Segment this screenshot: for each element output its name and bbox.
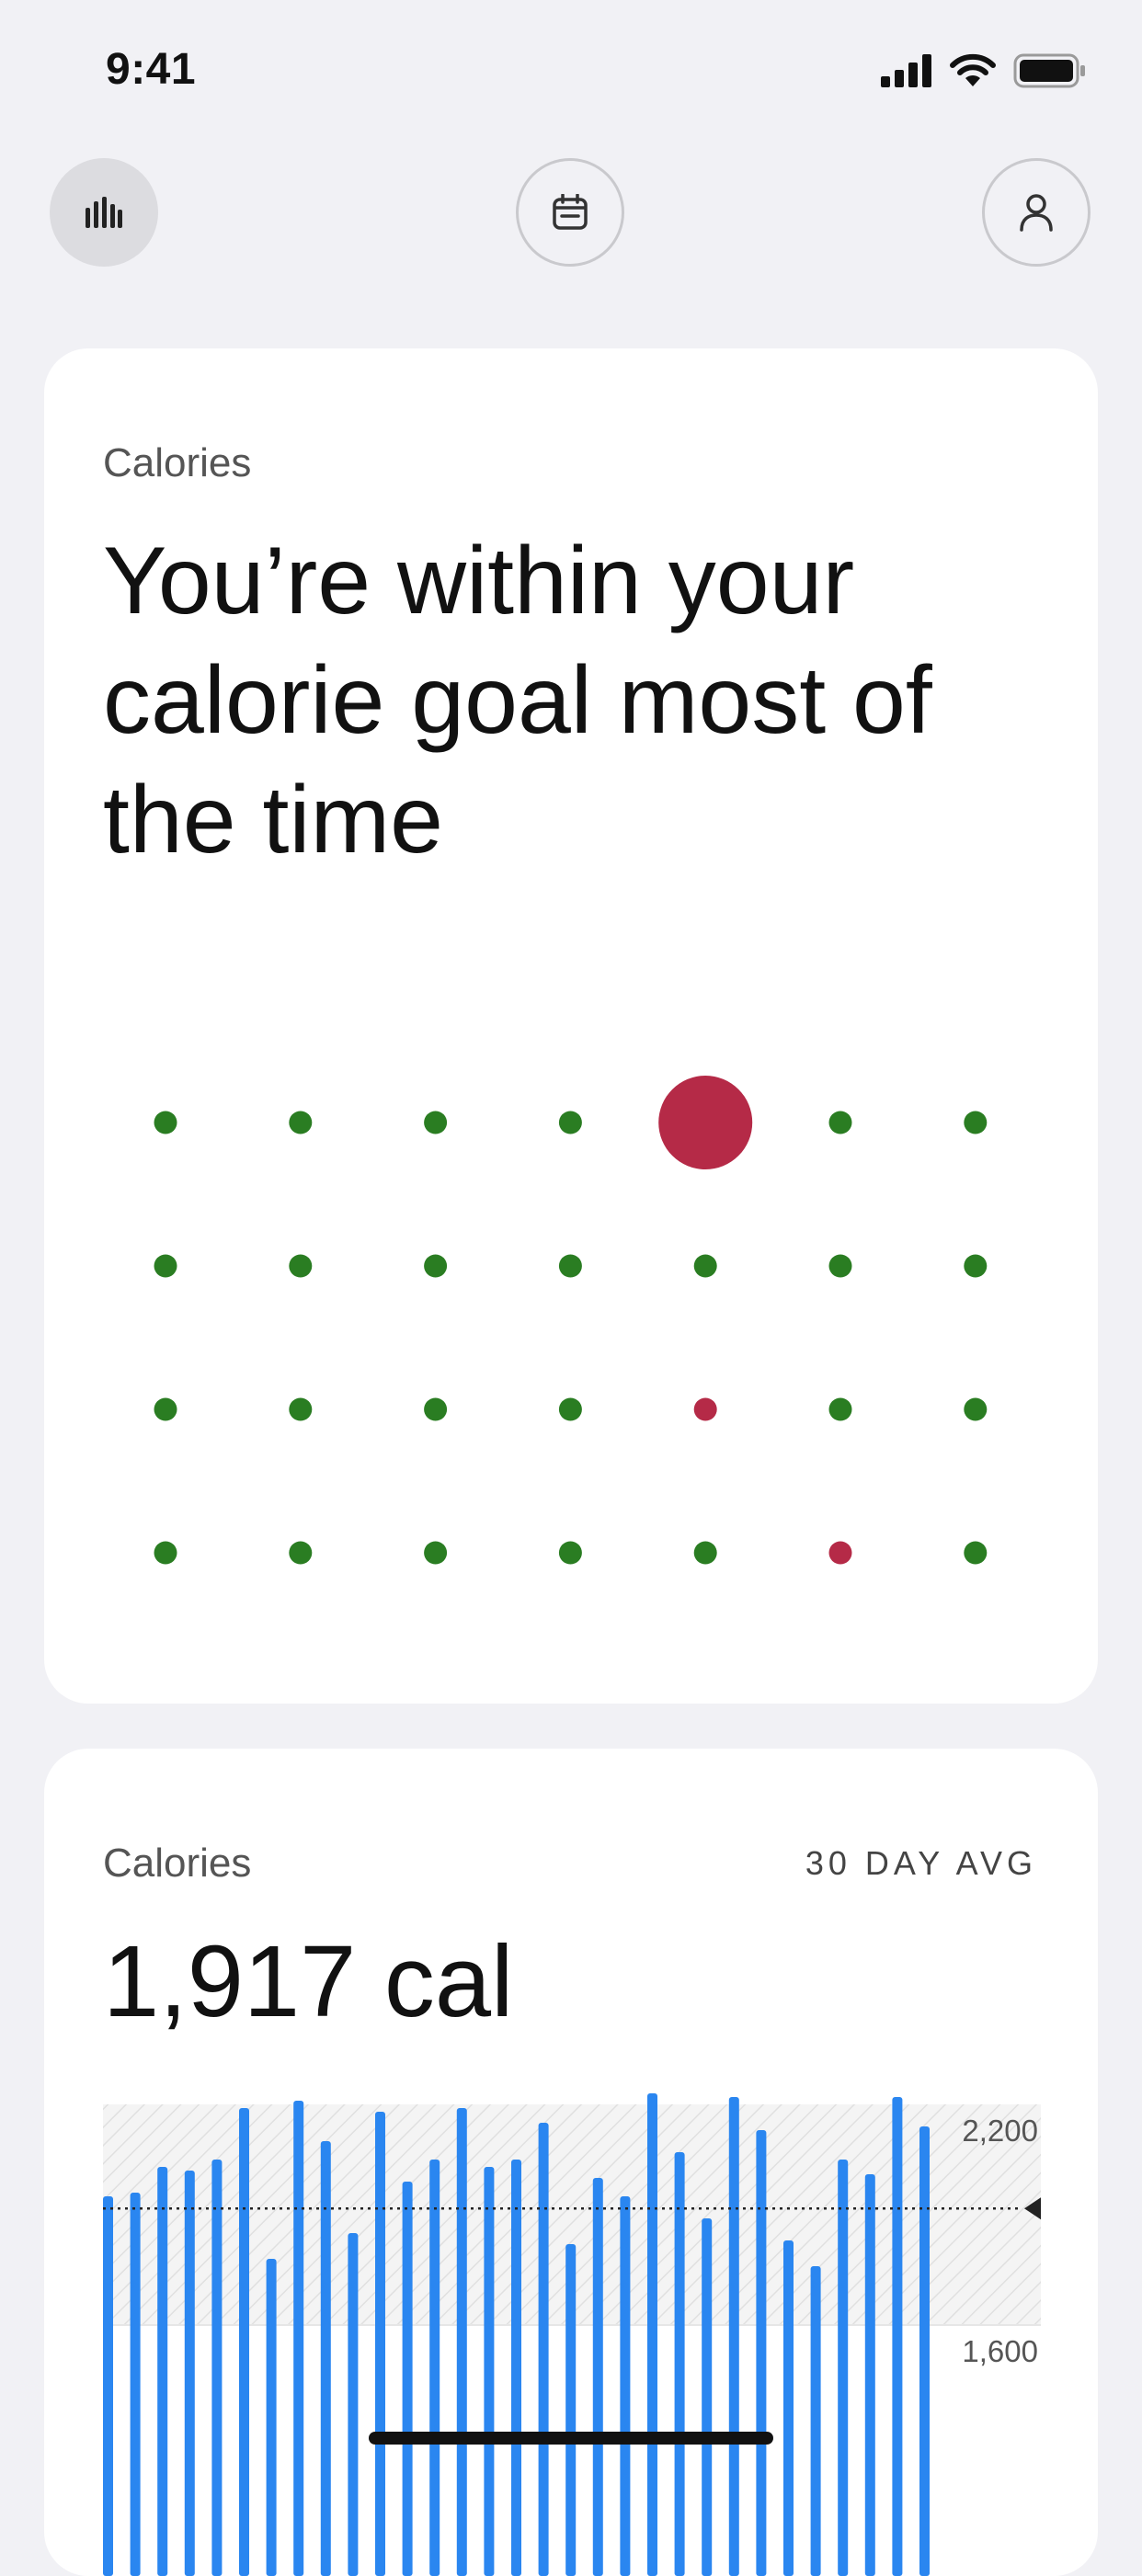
calorie-bar-chart: 2,200 1,600 [103, 2093, 1041, 2576]
bar-chart-icon [86, 197, 122, 228]
calorie-average-card[interactable]: Calories 30 DAY AVG 1,917 cal 2,200 1,600 [44, 1749, 1098, 2576]
day-dot[interactable] [289, 1254, 313, 1278]
day-dot[interactable] [828, 1397, 852, 1421]
y-tick-label: 1,600 [962, 2334, 1038, 2368]
bar[interactable] [674, 2152, 685, 2576]
insights-tab-button[interactable] [50, 158, 158, 267]
day-dot[interactable] [154, 1111, 177, 1134]
bar[interactable] [211, 2160, 223, 2576]
status-icons [881, 53, 1087, 88]
day-dot[interactable] [828, 1111, 852, 1134]
bar[interactable] [348, 2233, 359, 2576]
day-dot[interactable] [424, 1397, 448, 1421]
bar[interactable] [864, 2174, 875, 2576]
day-dot[interactable] [964, 1111, 988, 1134]
bar[interactable] [838, 2160, 849, 2576]
day-dot[interactable] [828, 1254, 852, 1278]
day-dot[interactable] [964, 1254, 988, 1278]
profile-tab-button[interactable] [982, 158, 1091, 267]
battery-icon [1013, 53, 1085, 88]
day-dot[interactable] [424, 1111, 448, 1134]
bar[interactable] [103, 2196, 113, 2576]
day-dot[interactable] [424, 1541, 448, 1565]
day-dot[interactable] [558, 1397, 582, 1421]
bar[interactable] [456, 2108, 467, 2576]
day-dot[interactable] [693, 1541, 717, 1565]
day-dot[interactable] [289, 1397, 313, 1421]
day-dot[interactable] [558, 1254, 582, 1278]
bar[interactable] [702, 2218, 713, 2576]
day-dot[interactable] [289, 1111, 313, 1134]
bar[interactable] [293, 2101, 304, 2576]
day-dot[interactable] [828, 1541, 852, 1565]
status-time: 9:41 [106, 45, 197, 94]
day-dot[interactable] [289, 1541, 313, 1565]
person-icon [1020, 194, 1053, 232]
bar[interactable] [647, 2093, 657, 2576]
bar[interactable] [620, 2196, 631, 2576]
bar[interactable] [320, 2141, 331, 2576]
day-dot[interactable] [154, 1254, 177, 1278]
day-dot[interactable] [558, 1111, 582, 1134]
bar[interactable] [266, 2259, 277, 2576]
calorie-insight-card[interactable]: Calories You’re within your calorie goal… [44, 348, 1098, 1704]
calendar-tab-button[interactable] [516, 158, 624, 267]
day-dot[interactable] [154, 1541, 177, 1565]
bar[interactable] [157, 2167, 168, 2576]
bar[interactable] [783, 2240, 794, 2576]
day-dot[interactable] [558, 1541, 582, 1565]
bar[interactable] [402, 2182, 413, 2576]
wifi-icon [950, 53, 996, 86]
bar[interactable] [239, 2108, 249, 2576]
day-dot[interactable] [964, 1397, 988, 1421]
bar[interactable] [919, 2126, 930, 2576]
calorie-dot-grid [154, 1076, 988, 1565]
day-dot[interactable] [693, 1397, 717, 1421]
day-dot[interactable] [154, 1397, 177, 1421]
bar[interactable] [810, 2266, 821, 2576]
bar[interactable] [538, 2123, 549, 2576]
day-dot[interactable] [693, 1254, 717, 1278]
home-indicator[interactable] [369, 2432, 773, 2445]
bar[interactable] [511, 2160, 521, 2576]
bar[interactable] [728, 2097, 739, 2576]
bar[interactable] [375, 2112, 385, 2576]
bar[interactable] [429, 2160, 440, 2576]
bar[interactable] [130, 2193, 141, 2576]
calendar-icon [553, 194, 588, 230]
bar[interactable] [565, 2244, 577, 2576]
day-dot[interactable] [424, 1254, 448, 1278]
day-dot-highlighted[interactable] [658, 1076, 753, 1169]
y-tick-label: 2,200 [962, 2114, 1038, 2148]
status-bar: 9:41 [0, 0, 1142, 138]
bar[interactable] [484, 2167, 495, 2576]
bar[interactable] [892, 2097, 903, 2576]
day-dot[interactable] [964, 1541, 988, 1565]
bar[interactable] [184, 2171, 195, 2576]
cellular-signal-icon [881, 54, 931, 87]
bar[interactable] [592, 2178, 603, 2576]
bar[interactable] [756, 2130, 767, 2576]
